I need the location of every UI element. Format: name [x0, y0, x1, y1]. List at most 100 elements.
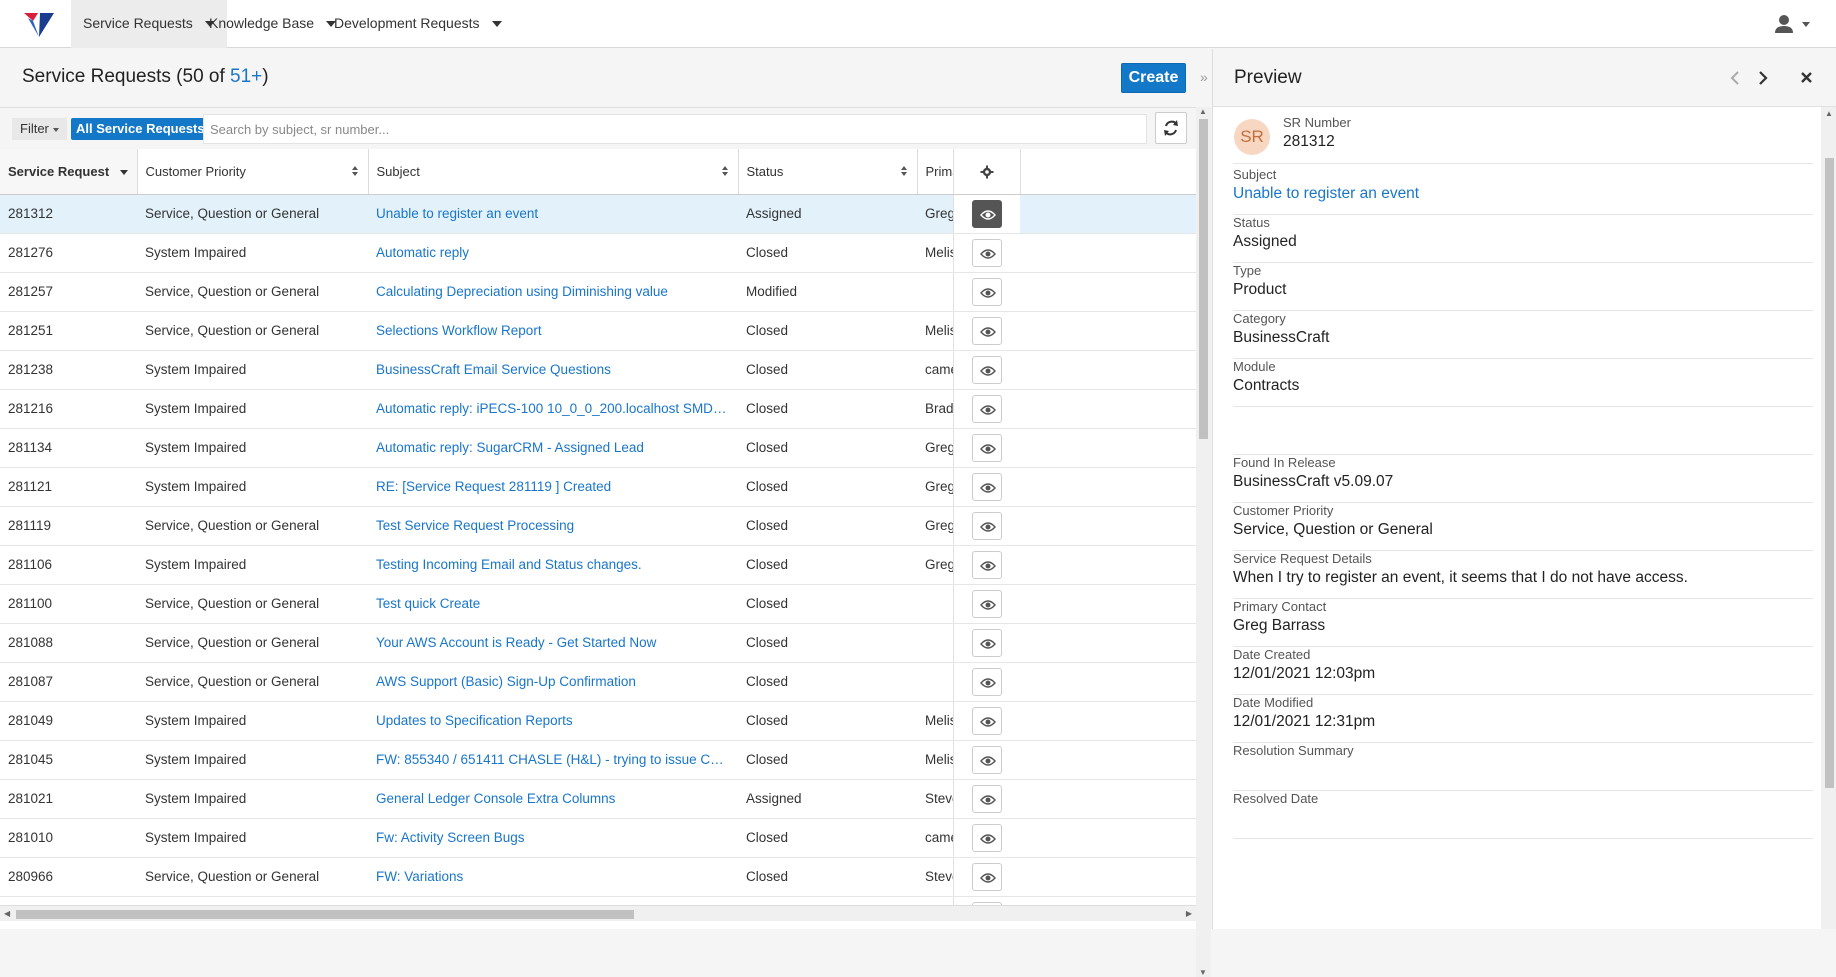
gear-icon	[980, 165, 993, 179]
preview-row-button[interactable]	[971, 706, 1002, 735]
nav-tab-development-requests[interactable]: Development Requests	[322, 0, 514, 48]
preview-row-button[interactable]	[971, 316, 1002, 345]
table-row[interactable]: 281216 System Impaired Automatic reply: iP…	[0, 389, 1196, 429]
table-row[interactable]: 281238 System Impaired BusinessCraft Email…	[0, 350, 1196, 390]
table-row[interactable]: 281088 Service, Question or General Your A…	[0, 623, 1196, 663]
preview-row-button[interactable]	[971, 277, 1002, 306]
preview-row-button[interactable]	[971, 628, 1002, 657]
collapse-panel-icon[interactable]: »	[1200, 69, 1208, 85]
cell-subject-link[interactable]: RE: [Service Request 281119 ] Created	[368, 467, 738, 507]
cell-subject-link[interactable]: Automatic reply	[368, 233, 738, 273]
scroll-up-icon[interactable]: ▲	[1825, 109, 1833, 118]
list-vertical-scrollbar[interactable]: ▲ ▼	[1196, 107, 1211, 977]
cell-subject-link[interactable]: Test Service Request Processing	[368, 506, 738, 546]
search-input[interactable]	[203, 114, 1147, 144]
preview-row-button[interactable]	[971, 199, 1002, 228]
row-action-cell	[952, 428, 1020, 468]
preview-row-button[interactable]	[971, 511, 1002, 540]
cell-subject-link[interactable]: FW: Variations	[368, 857, 738, 897]
preview-field-value[interactable]: Unable to register an event	[1233, 184, 1813, 204]
close-icon[interactable]	[1797, 67, 1817, 89]
chevron-down-icon	[491, 21, 502, 28]
cell-subject-link[interactable]: Your AWS Account is Ready - Get Started …	[368, 623, 738, 663]
cell-subject-link[interactable]: AWS Support (Basic) Sign-Up Confirmation	[368, 662, 738, 702]
cell-subject-link[interactable]	[368, 896, 738, 905]
preview-row-button[interactable]	[971, 394, 1002, 423]
column-header-primary-contact[interactable]: Prima	[917, 149, 954, 195]
table-row[interactable]: 281049 System Impaired Updates to Specific…	[0, 701, 1196, 741]
column-header-status[interactable]: Status	[738, 149, 918, 195]
cell-subject-link[interactable]: Fw: Activity Screen Bugs	[368, 818, 738, 858]
table-row[interactable]: 280966 Service, Question or General FW: Va…	[0, 857, 1196, 897]
filter-chip-all[interactable]: All Service Requests	[71, 118, 210, 140]
preview-row-button[interactable]	[971, 745, 1002, 774]
cell-subject-link[interactable]: Updates to Specification Reports	[368, 701, 738, 741]
cell-subject-link[interactable]: FW: 855340 / 651411 CHASLE (H&L) - tryin…	[368, 740, 738, 780]
app-logo[interactable]	[22, 10, 62, 38]
preview-row-button[interactable]	[971, 355, 1002, 384]
list-horizontal-scrollbar[interactable]: ◀ ▶	[0, 905, 1196, 921]
preview-row-button[interactable]	[971, 433, 1002, 462]
previous-icon[interactable]	[1725, 67, 1745, 89]
table-row[interactable]: 281119 Service, Question or General Test S…	[0, 506, 1196, 546]
table-row[interactable]: 281100 Service, Question or General Test q…	[0, 584, 1196, 624]
user-icon[interactable]	[1772, 12, 1816, 36]
scrollbar-thumb[interactable]	[16, 910, 634, 919]
cell-customer-priority: System Impaired	[137, 779, 368, 819]
cell-subject-link[interactable]: BusinessCraft Email Service Questions	[368, 350, 738, 390]
scrollbar-thumb[interactable]	[1199, 119, 1208, 439]
table-row[interactable]: 281106 System Impaired Testing Incoming Em…	[0, 545, 1196, 585]
table-row[interactable]: 281087 Service, Question or General AWS Su…	[0, 662, 1196, 702]
table-row[interactable]: 281251 Service, Question or General Select…	[0, 311, 1196, 351]
table-row[interactable]: 281312 Service, Question or General Unable…	[0, 194, 1196, 234]
table-row[interactable]: 281121 System Impaired RE: [Service Reques…	[0, 467, 1196, 507]
refresh-button[interactable]	[1155, 112, 1187, 144]
preview-vertical-scrollbar[interactable]: ▲	[1821, 107, 1836, 929]
cell-subject-link[interactable]: Testing Incoming Email and Status change…	[368, 545, 738, 585]
preview-row-button[interactable]	[971, 823, 1002, 852]
preview-row-button[interactable]	[971, 589, 1002, 618]
column-header-subject[interactable]: Subject	[368, 149, 739, 195]
row-action-cell	[952, 623, 1020, 663]
scroll-up-icon[interactable]: ▲	[1199, 107, 1207, 116]
cell-sr-number	[0, 896, 137, 905]
column-header-customer-priority[interactable]: Customer Priority	[137, 149, 369, 195]
cell-subject-link[interactable]: Test quick Create	[368, 584, 738, 624]
cell-customer-priority: Service, Question or General	[137, 194, 368, 234]
list-count-link[interactable]: 51+	[230, 66, 262, 87]
table-row[interactable]	[0, 896, 1196, 905]
cell-primary-contact: Melis	[917, 701, 953, 741]
table-row[interactable]: 281010 System Impaired Fw: Activity Screen…	[0, 818, 1196, 858]
next-icon[interactable]	[1753, 67, 1773, 89]
row-spacer	[1020, 545, 1196, 585]
row-spacer	[1020, 896, 1196, 905]
row-spacer	[1020, 272, 1196, 312]
scrollbar-thumb[interactable]	[1825, 158, 1834, 788]
cell-subject-link[interactable]: Automatic reply: SugarCRM - Assigned Lea…	[368, 428, 738, 468]
table-row[interactable]: 281045 System Impaired FW: 855340 / 651411…	[0, 740, 1196, 780]
filter-button[interactable]: Filter	[12, 118, 67, 140]
cell-subject-link[interactable]: General Ledger Console Extra Columns	[368, 779, 738, 819]
preview-row-button[interactable]	[971, 784, 1002, 813]
preview-row-button[interactable]	[971, 472, 1002, 501]
column-settings-cell[interactable]	[953, 149, 1021, 195]
preview-row-button[interactable]	[971, 862, 1002, 891]
scroll-down-icon[interactable]: ▼	[1199, 968, 1207, 977]
column-header-service-request[interactable]: Service Request	[0, 149, 138, 195]
table-row[interactable]: 281134 System Impaired Automatic reply: Su…	[0, 428, 1196, 468]
scroll-left-icon[interactable]: ◀	[4, 909, 10, 918]
scroll-right-icon[interactable]: ▶	[1186, 909, 1192, 918]
create-button[interactable]: Create	[1121, 63, 1186, 93]
table-row[interactable]: 281276 System Impaired Automatic reply Clos…	[0, 233, 1196, 273]
table-row[interactable]: 281021 System Impaired General Ledger Cons…	[0, 779, 1196, 819]
cell-subject-link[interactable]: Automatic reply: iPECS-100 10_0_0_200.lo…	[368, 389, 738, 429]
preview-row-button[interactable]	[971, 667, 1002, 696]
preview-row-button[interactable]	[971, 238, 1002, 267]
cell-sr-number: 281276	[0, 233, 137, 273]
preview-row-button[interactable]	[971, 550, 1002, 579]
cell-subject-link[interactable]: Unable to register an event	[368, 194, 738, 234]
cell-subject-link[interactable]: Calculating Depreciation using Diminishi…	[368, 272, 738, 312]
table-row[interactable]: 281257 Service, Question or General Calcul…	[0, 272, 1196, 312]
cell-subject-link[interactable]: Selections Workflow Report	[368, 311, 738, 351]
cell-customer-priority: System Impaired	[137, 740, 368, 780]
